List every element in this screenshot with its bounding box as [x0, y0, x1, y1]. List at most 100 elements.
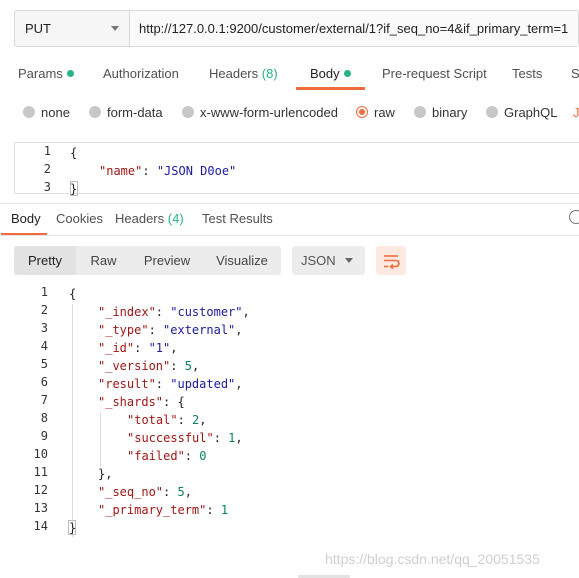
body-type-options: none form-data x-www-form-urlencoded raw…: [0, 102, 579, 122]
tab-prerequest-label: Pre-request Script: [382, 66, 487, 81]
watermark: https://blog.csdn.net/qq_20051535: [325, 551, 540, 567]
request-body-editor[interactable]: 1 2 3 { "name": "JSON D0oe" }: [14, 142, 579, 196]
json-key: "result": [98, 377, 156, 391]
tab-authorization[interactable]: Authorization: [103, 60, 179, 90]
json-string: "updated": [170, 377, 236, 391]
response-headers-count: (4): [167, 211, 184, 226]
response-body-viewer[interactable]: 1 2 3 4 5 6 7 8 9 10 11 12 13 14 { "_ind…: [0, 284, 579, 544]
bracket-highlight: [68, 520, 76, 535]
code-line: "result": "updated",: [98, 375, 243, 393]
line-number: 14: [33, 519, 48, 533]
chevron-down-icon: [111, 26, 119, 31]
radio-raw[interactable]: raw: [356, 102, 395, 122]
code-line: },: [98, 465, 112, 483]
json-brace: {: [70, 146, 78, 160]
tab-authorization-label: Authorization: [103, 66, 179, 81]
json-comma: ,: [235, 323, 243, 337]
tab-tests[interactable]: Tests: [512, 60, 542, 90]
radio-graphql[interactable]: GraphQL: [486, 102, 557, 122]
radio-binary[interactable]: binary: [414, 102, 467, 122]
json-colon: :: [134, 341, 149, 355]
code-line: "_shards": {: [98, 393, 185, 411]
json-colon: :: [148, 323, 164, 337]
line-number: 5: [40, 357, 48, 371]
radio-graphql-label: GraphQL: [504, 104, 558, 120]
json-comma: ,: [235, 431, 243, 445]
tab-headers[interactable]: Headers (8): [209, 60, 278, 90]
params-indicator-dot: [66, 70, 74, 77]
radio-form-data[interactable]: form-data: [89, 102, 163, 122]
json-key: "failed": [127, 449, 185, 463]
globe-icon[interactable]: [569, 210, 579, 224]
code-line: {: [69, 285, 76, 303]
url-input[interactable]: http://127.0.0.1:9200/customer/external/…: [130, 11, 578, 46]
format-select[interactable]: JSON: [292, 246, 365, 275]
radio-none[interactable]: none: [23, 102, 70, 122]
tab-settings[interactable]: S: [571, 60, 579, 90]
json-key: "_shards": [98, 395, 164, 409]
format-select-label: JSON: [301, 253, 336, 268]
radio-urlencoded[interactable]: x-www-form-urlencoded: [182, 102, 338, 122]
body-indicator-dot: [343, 70, 351, 77]
json-comma: ,: [199, 413, 207, 427]
raw-format-select[interactable]: JS: [573, 102, 579, 122]
radio-circle-icon: [89, 106, 101, 118]
tab-cookies-label: Cookies: [56, 211, 103, 226]
raw-button[interactable]: Raw: [76, 246, 131, 275]
json-key: "_type": [98, 323, 149, 337]
visualize-button[interactable]: Visualize: [203, 246, 281, 275]
view-mode-segment: Pretty Raw Preview Visualize: [14, 246, 281, 275]
json-key: "successful": [127, 431, 214, 445]
line-number: 4: [40, 339, 48, 353]
tab-test-results-label: Test Results: [202, 211, 273, 226]
json-number: 1: [220, 503, 229, 517]
wrap-lines-button[interactable]: [376, 246, 406, 275]
radio-raw-label: raw: [374, 104, 395, 120]
indent-guide: [100, 412, 101, 466]
tab-response-headers[interactable]: Headers (4): [115, 208, 184, 236]
json-key: "_seq_no": [98, 485, 164, 499]
json-comma: ,: [242, 305, 250, 319]
wrap-lines-icon: [384, 255, 400, 270]
json-comma: ,: [184, 485, 192, 499]
code-line: "name": "JSON D0oe": [99, 162, 236, 180]
code-line: "_type": "external",: [98, 321, 243, 339]
json-comma: ,: [191, 359, 200, 373]
json-string: "1": [148, 341, 171, 355]
json-key: "_primary_term": [98, 503, 207, 517]
bracket-highlight: [70, 181, 78, 196]
json-comma: ,: [170, 341, 178, 355]
tab-headers-label: Headers: [209, 66, 259, 81]
json-brace: {: [69, 287, 77, 301]
line-number: 1: [43, 144, 51, 158]
pretty-button[interactable]: Pretty: [14, 246, 76, 275]
json-comma: ,: [235, 377, 243, 391]
method-select[interactable]: PUT: [15, 11, 130, 46]
tab-params[interactable]: Params: [18, 60, 74, 90]
tab-test-results[interactable]: Test Results: [202, 208, 273, 236]
code-line: "_seq_no": 5,: [98, 483, 192, 501]
json-colon: :: [155, 377, 171, 391]
line-number: 3: [40, 321, 48, 335]
code-line: "total": 2,: [127, 411, 207, 429]
tab-prerequest-script[interactable]: Pre-request Script: [382, 60, 487, 90]
pane-divider[interactable]: [0, 203, 579, 204]
preview-button[interactable]: Preview: [131, 246, 203, 275]
json-number: 5: [184, 359, 192, 373]
tab-underline: [0, 235, 579, 236]
json-string: "customer": [170, 305, 243, 319]
tab-body[interactable]: Body: [296, 60, 365, 90]
json-colon: :: [184, 449, 200, 463]
tab-cookies[interactable]: Cookies: [56, 208, 103, 236]
line-number: 6: [40, 375, 48, 389]
radio-binary-label: binary: [432, 104, 468, 120]
line-number: 11: [33, 465, 48, 479]
code-line: "_index": "customer",: [98, 303, 250, 321]
tab-response-body[interactable]: Body: [1, 208, 47, 236]
tab-response-headers-label: Headers: [115, 211, 165, 226]
tab-settings-label: S: [571, 66, 579, 81]
line-number: 1: [40, 285, 48, 299]
json-key: "_index": [98, 305, 156, 319]
line-number: 3: [43, 180, 51, 194]
json-colon: :: [155, 305, 171, 319]
